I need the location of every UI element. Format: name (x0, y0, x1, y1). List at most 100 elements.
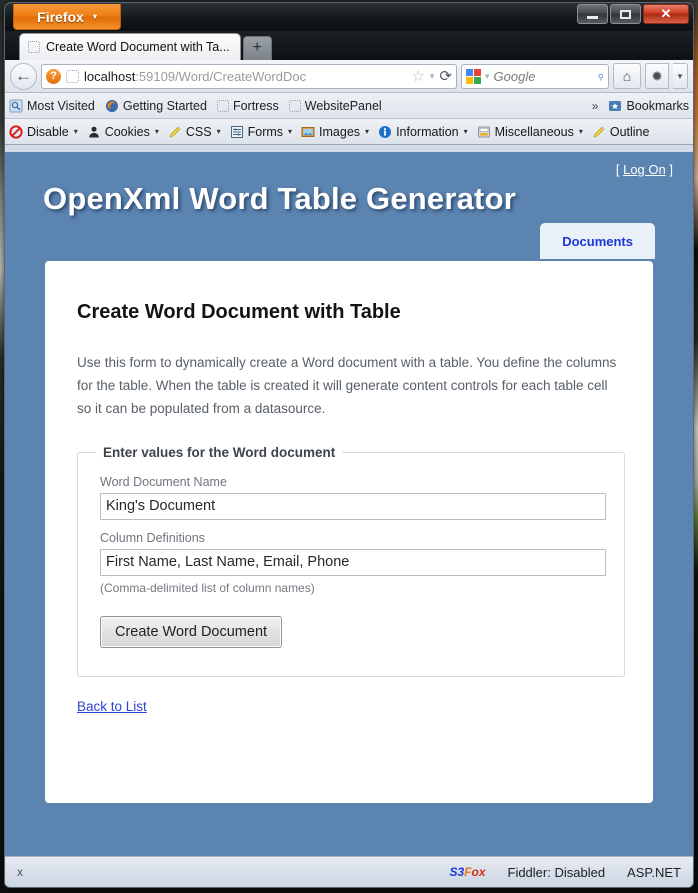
chevron-down-icon: ▾ (463, 127, 468, 136)
back-button[interactable]: ← (10, 62, 37, 90)
bookmark-label: WebsitePanel (304, 98, 382, 113)
css-pencil-icon (169, 125, 181, 138)
chevron-down-icon[interactable]: ▾ (485, 71, 490, 82)
devbar-cookies[interactable]: Cookies ▾ (87, 125, 159, 139)
disable-icon (9, 124, 23, 139)
devbar-images[interactable]: Images ▾ (301, 125, 369, 139)
bookmarks-overflow-icon[interactable]: » (592, 99, 599, 113)
chevron-down-icon: ▾ (365, 127, 370, 136)
devbar-label: Miscellaneous (494, 124, 574, 139)
page-title: Create Word Document with Table (77, 301, 401, 323)
devbar-label: CSS (185, 124, 212, 139)
page-description: Use this form to dynamically create a Wo… (77, 355, 617, 417)
word-document-fieldset: Enter values for the Word document Word … (77, 444, 625, 677)
s3fox-indicator[interactable]: S3Fox (449, 865, 485, 879)
aspnet-status[interactable]: ASP.NET (627, 865, 681, 880)
bookmark-fortress[interactable]: Fortress (216, 99, 279, 113)
identity-icon[interactable]: ? (46, 68, 61, 84)
close-icon: ✕ (660, 6, 672, 21)
devbar-forms[interactable]: Forms ▾ (230, 125, 292, 139)
bookmarks-menu-button[interactable]: Bookmarks (608, 99, 689, 113)
navigation-toolbar: ← ? localhost:59109/Word/CreateWordDoc ☆… (5, 60, 693, 93)
devbar-label: Outline (609, 124, 650, 139)
home-button[interactable]: ⌂ (613, 63, 641, 89)
bookmark-most-visited[interactable]: Most Visited (9, 99, 95, 113)
blank-favicon-icon (28, 41, 40, 53)
chevron-down-icon[interactable]: ▾ (430, 71, 435, 82)
information-icon (379, 125, 392, 138)
close-button[interactable]: ✕ (643, 4, 689, 24)
firefox-window: Firefox ▾ ✕ Create Word Document with Ta… (4, 2, 694, 888)
devbar-css[interactable]: CSS ▾ (168, 125, 221, 139)
devbar-outline[interactable]: Outline (592, 124, 650, 139)
back-to-list-link[interactable]: Back to List (77, 699, 147, 714)
star-folder-icon (609, 100, 622, 111)
devbar-label: Disable (27, 124, 69, 139)
chevron-down-icon: ▾ (92, 12, 97, 21)
web-developer-toolbar: Disable ▾ Cookies ▾ CSS ▾ Forms ▾ Images… (5, 119, 693, 145)
label-word-document-name: Word Document Name (100, 474, 227, 489)
create-word-document-button[interactable]: Create Word Document (100, 615, 283, 648)
tab-title: Create Word Document with Ta... (46, 40, 230, 54)
toolbar-overflow-button[interactable]: ▾ (673, 63, 688, 89)
page-viewport: [ Log On ] OpenXml Word Table Generator … (5, 152, 693, 856)
images-icon (301, 126, 315, 137)
bookmark-getting-started[interactable]: Getting Started (105, 99, 207, 113)
chevron-down-icon: ▾ (288, 127, 293, 136)
miscellaneous-icon (477, 126, 490, 137)
devbar-label: Cookies (104, 124, 150, 139)
minimize-icon (587, 15, 598, 19)
s3fox-part3: ox (471, 865, 486, 879)
log-on-link[interactable]: Log On (623, 162, 666, 177)
bookmark-websitepanel[interactable]: WebsitePanel (288, 98, 382, 113)
site-title: OpenXml Word Table Generator (43, 181, 516, 216)
log-on-bracket-left: [ (615, 162, 620, 177)
fiddler-status[interactable]: Fiddler: Disabled (508, 865, 606, 880)
devbar-miscellaneous[interactable]: Miscellaneous ▾ (477, 125, 583, 139)
blank-favicon-icon (216, 99, 229, 112)
outline-pencil-icon (593, 125, 605, 138)
cookies-person-icon (88, 126, 99, 137)
devbar-label: Images (319, 124, 361, 139)
chevron-down-icon: ▾ (578, 127, 583, 136)
minimize-button[interactable] (577, 4, 608, 24)
devbar-information[interactable]: Information ▾ (378, 125, 468, 139)
status-bar: x S3Fox Fiddler: Disabled ASP.NET (5, 856, 693, 887)
word-document-name-input[interactable] (100, 492, 606, 520)
bookmark-label: Most Visited (27, 98, 95, 113)
search-bar[interactable]: ▾ Google ⌕ (461, 63, 609, 89)
firefox-icon (105, 99, 118, 112)
devbar-label: Forms (247, 124, 284, 139)
bookmark-label: Getting Started (122, 98, 207, 113)
url-host: localhost (84, 68, 136, 84)
bookmark-star-icon[interactable]: ☆ (411, 67, 424, 85)
devbar-label: Information (396, 124, 459, 139)
s3fox-part1: S3 (449, 865, 465, 879)
bookmarks-menu-label: Bookmarks (626, 98, 689, 113)
chevron-down-icon: ▾ (216, 127, 221, 136)
search-input[interactable]: Google (494, 69, 593, 84)
addon-button[interactable]: ✹ (645, 63, 669, 89)
site-favicon-icon (66, 69, 79, 83)
devbar-disable[interactable]: Disable ▾ (9, 125, 78, 139)
search-icon[interactable]: ⌕ (592, 68, 608, 84)
firefox-menu-button[interactable]: Firefox ▾ (13, 4, 121, 30)
chevron-down-icon: ▾ (73, 127, 78, 136)
tab-create-word-document[interactable]: Create Word Document with Ta... (19, 33, 241, 60)
firefox-menu-label: Firefox (37, 8, 84, 25)
maximize-button[interactable] (610, 4, 641, 24)
most-visited-icon (9, 99, 23, 112)
content-panel: Create Word Document with Table Use this… (45, 261, 653, 803)
tab-documents[interactable]: Documents (540, 223, 655, 259)
new-tab-button[interactable]: + (242, 36, 272, 60)
url-bar[interactable]: ? localhost:59109/Word/CreateWordDoc ☆ ▾… (41, 63, 457, 89)
status-close-icon[interactable]: x (17, 865, 23, 879)
reload-icon[interactable]: ⟳ (439, 67, 452, 85)
forms-icon (230, 125, 243, 138)
google-icon (466, 68, 481, 84)
bookmarks-toolbar: Most Visited Getting Started Fortress We… (5, 93, 693, 119)
column-definitions-input[interactable] (100, 548, 606, 576)
fieldset-legend: Enter values for the Word document (103, 444, 336, 460)
log-on-bracket-right: ] (669, 162, 673, 177)
tab-strip: Create Word Document with Ta... + (5, 31, 693, 60)
